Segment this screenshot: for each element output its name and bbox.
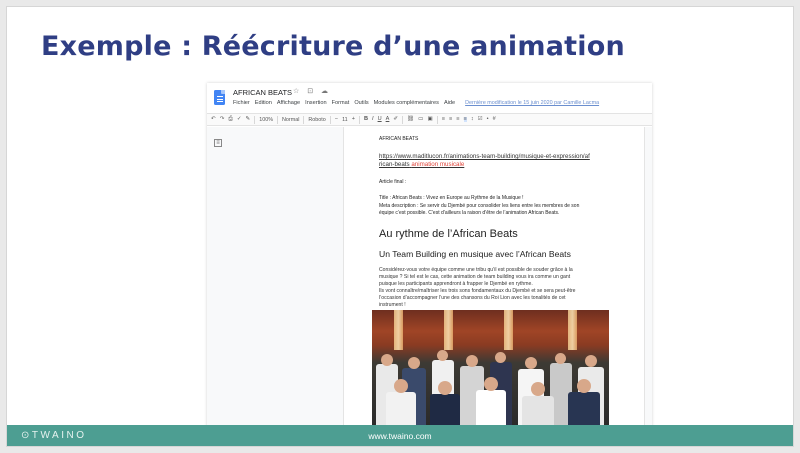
menu-addons[interactable]: Modules complémentaires <box>374 100 439 106</box>
italic-button[interactable]: I <box>372 116 374 123</box>
toolbar-divider <box>436 115 438 124</box>
menu-insert[interactable]: Insertion <box>305 100 326 106</box>
audience-crowd <box>372 344 609 427</box>
menu-bar: Fichier Edition Affichage Insertion Form… <box>233 100 599 106</box>
doc-heading-caps: AFRICAN BEATS <box>379 136 419 142</box>
font-select[interactable]: Roboto <box>308 117 325 123</box>
seo-title-line: Title : African Beats : Vivez en Europe … <box>379 195 524 201</box>
body-line: puisque les participants apprendront à f… <box>379 281 533 287</box>
style-select[interactable]: Normal <box>282 117 299 123</box>
link-icon[interactable]: ⛓ <box>407 116 414 123</box>
toolbar-divider <box>277 115 279 124</box>
meta-description-line1: Meta description : Se servir du Djembé p… <box>379 203 580 209</box>
final-article-label: Article final : <box>379 179 407 185</box>
align-justify-icon[interactable]: ≡ <box>463 116 467 123</box>
spellcheck-icon[interactable]: ✓ <box>237 116 242 123</box>
increase-size-icon[interactable]: + <box>352 116 355 123</box>
line-spacing-icon[interactable]: ↕ <box>471 116 474 123</box>
menu-edit[interactable]: Edition <box>255 100 272 106</box>
title-action-icons[interactable]: ☆ ⊡ ☁ <box>293 87 331 95</box>
meta-description-line2: équipe c’est possible. C’est d’ailleurs … <box>379 210 560 216</box>
redo-icon[interactable]: ↷ <box>220 116 225 123</box>
numbered-list-icon[interactable]: # <box>493 116 496 123</box>
body-line: musique ? Si tel est le cas, cette anima… <box>379 274 571 280</box>
highlight-icon[interactable]: ✐ <box>393 116 398 123</box>
comment-icon[interactable]: ▭ <box>418 116 423 123</box>
bold-button[interactable]: B <box>364 116 368 123</box>
align-left-icon[interactable]: ≡ <box>442 116 445 123</box>
checklist-icon[interactable]: ☑ <box>478 116 483 123</box>
body-line: l’occasion d’accompagner l’une des chans… <box>379 295 566 301</box>
last-edit-link[interactable]: Dernière modification le 15 juin 2020 pa… <box>465 100 599 106</box>
image-icon[interactable]: ▣ <box>427 116 432 123</box>
presentation-slide: Exemple : Réécriture d’une animation AFR… <box>6 6 794 447</box>
toolbar-divider <box>402 115 404 124</box>
menu-format[interactable]: Format <box>332 100 350 106</box>
drum-circle-photo <box>372 310 609 427</box>
source-url-line1[interactable]: https://www.maditlucon.fr/animations-tea… <box>379 153 616 161</box>
toolbar-divider <box>303 115 305 124</box>
body-line: Ils vont connaître/maîtriser les trois s… <box>379 288 576 294</box>
document-title[interactable]: AFRICAN BEATS <box>233 88 292 97</box>
slide-footer: ⊙TWAINO www.twaino.com <box>7 425 793 446</box>
article-h2: Un Team Building en musique avec l’Afric… <box>379 249 571 259</box>
source-url-line2[interactable]: rican-beats animation musicale <box>379 161 616 169</box>
zoom-select[interactable]: 100% <box>259 117 273 123</box>
article-h1: Au rythme de l’African Beats <box>379 228 518 240</box>
slide-title: Exemple : Réécriture d’une animation <box>41 31 625 62</box>
text-color-button[interactable]: A <box>386 116 390 123</box>
formatting-toolbar: ↶ ↷ ⎙ ✓ ✎ 100% Normal Roboto − 11 + B I … <box>207 113 652 126</box>
outline-icon[interactable]: ≡ <box>214 139 222 147</box>
source-url-end[interactable]: rican-beats <box>379 161 410 168</box>
align-right-icon[interactable]: ≡ <box>456 116 459 123</box>
body-line: instrument ! <box>379 302 406 308</box>
docs-header: AFRICAN BEATS ☆ ⊡ ☁ Fichier Edition Affi… <box>207 83 652 113</box>
toolbar-divider <box>254 115 256 124</box>
bulleted-list-icon[interactable]: • <box>487 116 489 123</box>
menu-file[interactable]: Fichier <box>233 100 250 106</box>
menu-view[interactable]: Affichage <box>277 100 300 106</box>
decrease-size-icon[interactable]: − <box>335 116 338 123</box>
print-icon[interactable]: ⎙ <box>228 116 232 123</box>
footer-website-url[interactable]: www.twaino.com <box>368 431 431 441</box>
twaino-logo: ⊙TWAINO <box>21 430 87 441</box>
body-line: Considérez-vous votre équipe comme une t… <box>379 267 573 273</box>
url-keyword: animation musicale <box>411 161 465 168</box>
toolbar-divider <box>329 115 331 124</box>
align-center-icon[interactable]: ≡ <box>449 116 452 123</box>
google-docs-icon[interactable] <box>214 90 225 105</box>
toolbar-divider <box>358 115 360 124</box>
underline-button[interactable]: U <box>378 116 382 123</box>
paint-format-icon[interactable]: ✎ <box>246 116 251 123</box>
menu-tools[interactable]: Outils <box>354 100 368 106</box>
undo-icon[interactable]: ↶ <box>211 116 216 123</box>
font-size-field[interactable]: 11 <box>342 117 348 123</box>
menu-help[interactable]: Aide <box>444 100 455 106</box>
